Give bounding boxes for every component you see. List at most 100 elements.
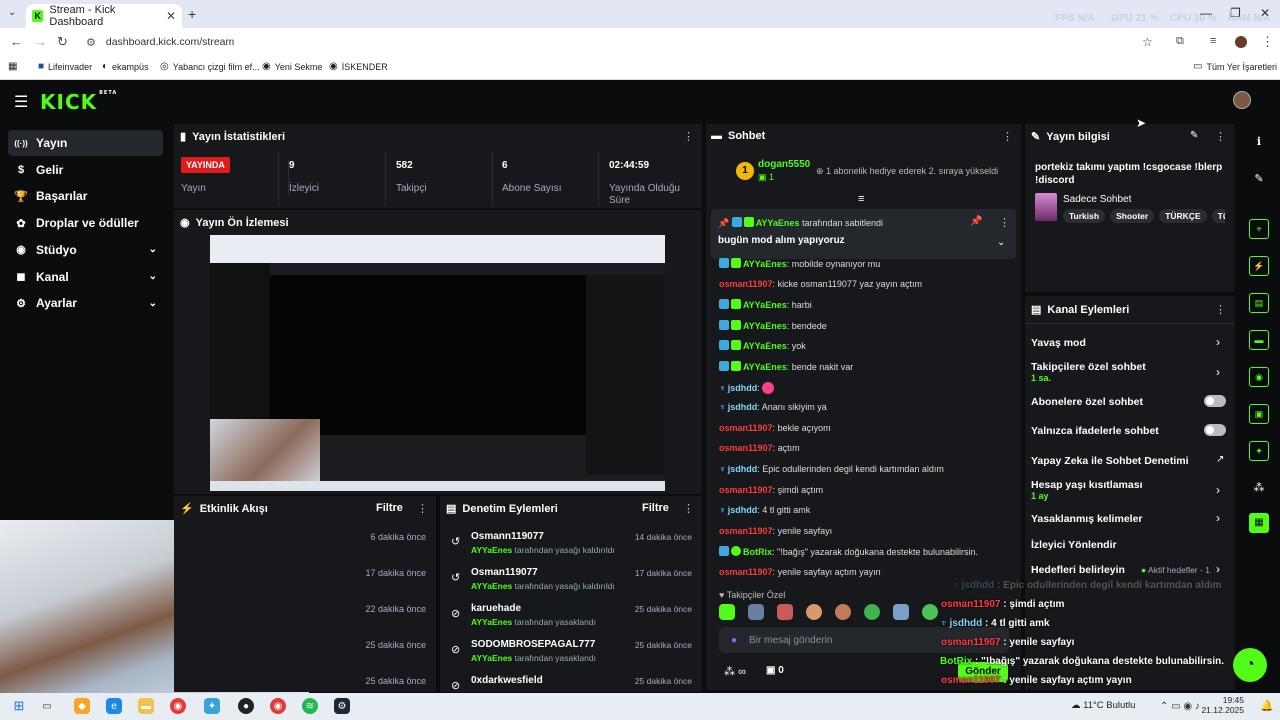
tab-search-icon[interactable]: ⌄: [8, 7, 16, 18]
share-icon[interactable]: ⁂: [1252, 481, 1266, 495]
chevron-right-icon[interactable]: ›: [1216, 335, 1220, 349]
chat-message[interactable]: ♆ jsdhdd:: [719, 381, 775, 394]
spotify-icon[interactable]: ≋: [302, 698, 318, 714]
emote-icon[interactable]: [864, 604, 880, 620]
chevron-right-icon[interactable]: ›: [1216, 511, 1220, 525]
layers-icon[interactable]: ▣: [1249, 404, 1269, 424]
clipboard-icon[interactable]: ▤: [1249, 293, 1269, 313]
target-icon[interactable]: ⌖: [1249, 219, 1269, 239]
sidebar-item[interactable]: ✿ Droplar ve ödüller: [8, 210, 163, 236]
activity-menu-icon[interactable]: ⋮: [417, 502, 428, 515]
chrome-icon[interactable]: ◉: [170, 698, 186, 714]
tag[interactable]: Shooter: [1110, 209, 1155, 223]
chat-menu-icon[interactable]: ⋮: [1002, 130, 1013, 143]
browser-tab[interactable]: K Stream - Kick Dashboard ✕: [26, 4, 182, 28]
chat-message[interactable]: AYYaEnes: bende nakit var: [719, 361, 853, 372]
moderated-user[interactable]: karuehade: [471, 603, 521, 614]
top-gifter-name[interactable]: dogan5550: [758, 159, 810, 170]
site-info-icon[interactable]: ⚙: [86, 36, 96, 49]
obs-icon[interactable]: ●: [238, 698, 254, 714]
emote-icon[interactable]: [893, 604, 909, 620]
moderated-user[interactable]: Osman119077: [471, 567, 538, 578]
chat-message[interactable]: BotRix: "!bağış" yazarak doğukana destek…: [719, 546, 978, 557]
emotes-only-toggle[interactable]: [1204, 424, 1226, 436]
followers-only-row[interactable]: Takipçilere özel sohbet 1 sa.: [1031, 361, 1146, 383]
sidebar-item[interactable]: ◼ Kanal ⌄: [8, 264, 163, 290]
subs-only-toggle[interactable]: [1204, 395, 1226, 407]
banned-words-row[interactable]: Yasaklanmış kelimeler: [1031, 513, 1143, 525]
chat-message[interactable]: ♆ jsdhdd: Ananı sikiyim ya: [719, 402, 827, 412]
minimize-icon[interactable]: —: [1200, 6, 1212, 20]
info-icon[interactable]: ℹ: [1252, 135, 1266, 149]
ai-moderation-row[interactable]: Yapay Zeka ile Sohbet Denetimi: [1031, 455, 1189, 467]
user-avatar[interactable]: [1233, 91, 1251, 109]
moderation-menu-icon[interactable]: ⋮: [683, 502, 694, 515]
pencil-icon[interactable]: ✎: [1252, 172, 1266, 186]
chevron-right-icon[interactable]: ›: [1216, 483, 1220, 497]
task-view-icon[interactable]: ▭: [39, 698, 55, 714]
tag[interactable]: Türk: [1211, 209, 1225, 223]
channel-actions-menu-icon[interactable]: ⋮: [1215, 303, 1226, 316]
support-chat-icon[interactable]: ◔: [1233, 648, 1267, 682]
chrome-icon[interactable]: ◉: [270, 698, 286, 714]
maximize-icon[interactable]: ❐: [1230, 6, 1241, 20]
activity-filter-button[interactable]: Filtre: [376, 502, 403, 514]
chat-message[interactable]: osman11907: kicke osman119077 yaz yayın …: [719, 279, 922, 289]
extensions-icon[interactable]: ⧉: [1176, 35, 1184, 48]
moderation-filter-button[interactable]: Filtre: [642, 502, 669, 514]
clips-icon[interactable]: ▦: [1249, 513, 1269, 533]
redirect-row[interactable]: İzleyici Yönlendir: [1031, 539, 1117, 551]
external-link-icon[interactable]: ↗: [1216, 454, 1224, 465]
sidebar-item[interactable]: ◉ Stüdyo ⌄: [8, 237, 163, 263]
bookmark-item[interactable]: ◉ İSKENDER: [329, 61, 388, 72]
points-icon[interactable]: ⁂ ∞: [724, 665, 746, 678]
tag[interactable]: TÜRKÇE: [1159, 209, 1207, 223]
stream-preview[interactable]: [210, 235, 665, 491]
slow-mode-row[interactable]: Yavaş mod: [1031, 337, 1086, 349]
microphone-icon[interactable]: ●: [731, 635, 737, 646]
steam-icon[interactable]: ⚙: [334, 698, 350, 714]
chat-message[interactable]: osman11907: bekle açıyom: [719, 423, 831, 433]
sidebar-item[interactable]: $ Gelir: [8, 157, 163, 183]
address-bar[interactable]: ⚙ dashboard.kick.com/stream: [78, 32, 1168, 52]
tag[interactable]: Turkish: [1063, 209, 1106, 223]
start-icon[interactable]: ⊞: [11, 698, 27, 714]
apps-icon[interactable]: ▦: [8, 61, 17, 72]
account-age-row[interactable]: Hesap yaşı kısıtlaması 1 ay: [1031, 479, 1143, 501]
sidebar-item[interactable]: 🏆 Başarılar: [8, 183, 163, 209]
back-icon[interactable]: ←: [10, 34, 23, 49]
forward-icon[interactable]: →: [34, 34, 47, 49]
edit-icon[interactable]: ✎: [1190, 130, 1198, 141]
chat-message[interactable]: osman11907: yenile sayfayı: [719, 526, 832, 536]
tools-icon[interactable]: ✦: [1249, 441, 1269, 461]
unpin-icon[interactable]: 📌: [970, 216, 982, 227]
app-icon[interactable]: ✦: [204, 698, 220, 714]
moderated-user[interactable]: SODOMBROSEPAGAL777: [471, 639, 595, 650]
info-menu-icon[interactable]: ⋮: [1215, 130, 1226, 143]
emote-icon[interactable]: [806, 604, 822, 620]
bookmark-item[interactable]: ■ Lifeinvader: [38, 61, 92, 72]
moderated-user[interactable]: 0xdarkwesfield: [471, 675, 543, 686]
gift-count[interactable]: ▣ 0: [766, 665, 784, 676]
all-bookmarks[interactable]: ▭ Tüm Yer İşaretleri: [1193, 61, 1277, 72]
new-tab-icon[interactable]: +: [188, 6, 196, 22]
notification-icon[interactable]: 🔔: [1260, 699, 1274, 712]
chat-message[interactable]: osman11907: şimdi açtım: [719, 485, 823, 495]
emote-icon[interactable]: [922, 604, 938, 620]
chat-message[interactable]: ♆ jsdhdd: Epic odullerinden degil kendi k…: [719, 464, 944, 474]
emote-icon[interactable]: [777, 604, 793, 620]
app-icon[interactable]: ◆: [74, 698, 90, 714]
tray-icons[interactable]: ⌃ ▭ ◉ ♪: [1160, 701, 1200, 712]
flash-icon[interactable]: ⚡: [1249, 256, 1269, 276]
browser-menu-icon[interactable]: ⋮: [1261, 34, 1274, 50]
bookmark-item[interactable]: ◎ Yabancı çizgi film ef...: [160, 61, 260, 72]
moderated-user[interactable]: Osmann119077: [471, 531, 544, 542]
reload-icon[interactable]: ↻: [57, 34, 68, 50]
chevron-right-icon[interactable]: ›: [1216, 562, 1220, 576]
close-window-icon[interactable]: ✕: [1260, 6, 1270, 20]
kick-logo[interactable]: KICK BETA: [40, 90, 117, 114]
chat-message[interactable]: AYYaEnes: bendede: [719, 319, 827, 331]
chat-bubble-icon[interactable]: ▬: [1249, 330, 1269, 350]
chat-message[interactable]: ♆ jsdhdd: 4 tl gitti amk: [719, 505, 810, 515]
stats-menu-icon[interactable]: ⋮: [683, 130, 694, 143]
